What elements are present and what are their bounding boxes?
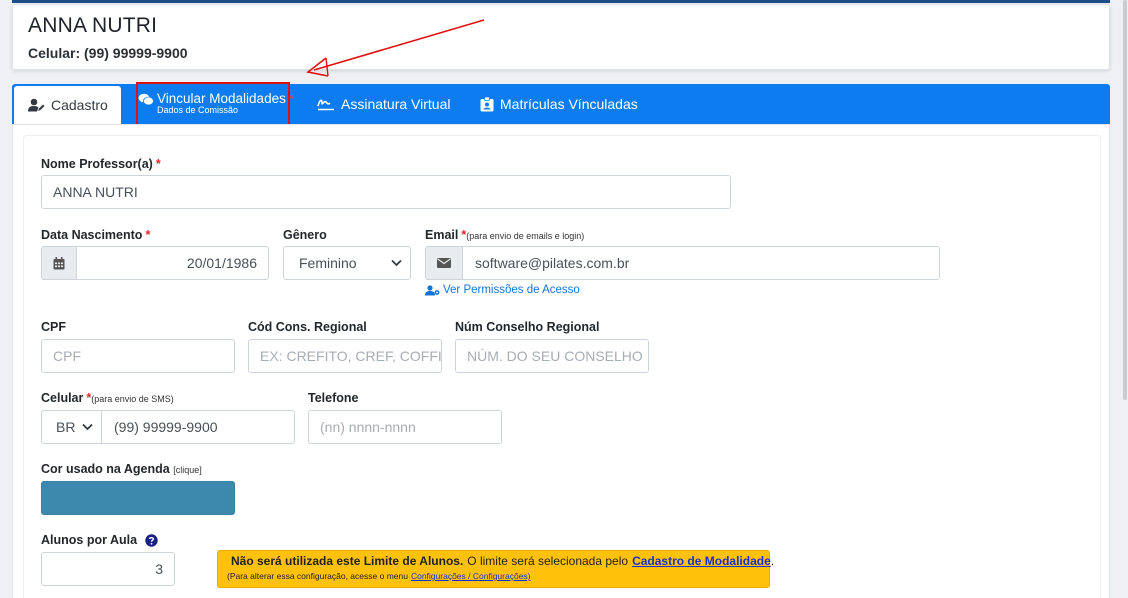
tab-vincular-modalidades[interactable]: Vincular Modalidades * Dados de Comissão [138, 84, 294, 124]
page-scrollbar[interactable] [1122, 0, 1128, 598]
alunos-input[interactable]: 3 [41, 552, 175, 586]
professor-header: ANNA NUTRI Celular: (99) 99999-9900 [12, 4, 1110, 70]
alert-small-text: (Para alterar essa configuração, acesse … [227, 571, 408, 581]
celular-input[interactable]: (99) 99999-9900 [101, 410, 295, 444]
cod-cons-input[interactable]: EX: CREFITO, CREF, COFFITO [248, 339, 442, 373]
cpf-label: CPF [41, 320, 66, 334]
tab-vincular-sublabel: Dados de Comissão [157, 105, 239, 116]
form-card: Nome Professor(a) * ANNA NUTRI Data Nasci… [23, 135, 1101, 598]
chevron-down-icon [391, 259, 402, 267]
alert-text: O limite será selecionada pelo [467, 554, 629, 568]
ver-permissoes-link[interactable]: Ver Permissões de Acesso [425, 284, 580, 296]
nascimento-label-text: Data Nascimento [41, 228, 143, 242]
annotation-arrow [306, 19, 485, 77]
num-cons-label: Núm Conselho Regional [455, 320, 600, 334]
nome-input[interactable]: ANNA NUTRI [41, 175, 731, 209]
required-marker: * [155, 157, 161, 171]
top-accent-line [12, 0, 1110, 3]
email-label: Email *(para envio de emails e login) [425, 228, 584, 242]
alert-end: . [770, 554, 775, 568]
email-note: (para envio de emails e login) [466, 231, 585, 241]
email-label-text: Email [425, 228, 459, 242]
professor-name: ANNA NUTRI [28, 14, 158, 37]
calendar-icon [53, 256, 65, 269]
configuracoes-link[interactable]: Configurações / Configurações) [411, 571, 531, 581]
id-badge-icon [480, 96, 494, 111]
tab-assinatura-label: Assinatura Virtual [341, 96, 451, 112]
num-cons-input[interactable]: NÚM. DO SEU CONSELHO [455, 339, 649, 373]
email-input[interactable]: software@pilates.com.br [462, 246, 940, 280]
telefone-input[interactable]: (nn) nnnn-nnnn [308, 410, 502, 444]
tab-assinatura-virtual[interactable]: Assinatura Virtual [317, 84, 450, 124]
genero-select[interactable]: Feminino [283, 246, 411, 280]
tab-matriculas-label: Matrículas Vínculadas [500, 96, 638, 112]
calendar-addon[interactable] [41, 246, 77, 280]
nascimento-label: Data Nascimento * [41, 228, 150, 242]
genero-value: Feminino [299, 255, 357, 271]
celular-label: Celular *(para envio de SMS) [41, 391, 174, 405]
cor-label-text: Cor usado na Agenda [41, 462, 170, 476]
chevron-down-icon [82, 423, 93, 431]
tab-vincular-label: Vincular Modalidades [157, 91, 286, 107]
nascimento-input[interactable]: 20/01/1986 [76, 246, 269, 280]
comments-icon [138, 93, 154, 106]
form-panel: Nome Professor(a) * ANNA NUTRI Data Nasci… [12, 124, 1110, 598]
limite-alunos-alert: Não será utilizada este Limite de Alunos… [217, 550, 774, 588]
ver-permissoes-text: Ver Permissões de Acesso [443, 284, 580, 296]
nome-label-text: Nome Professor(a) [41, 157, 153, 171]
users-cog-icon [425, 284, 440, 295]
tab-bar: Cadastro Vincular Modalidades * Dados de… [12, 84, 1110, 124]
question-circle-icon[interactable] [145, 533, 158, 547]
alunos-label-text: Alunos por Aula [41, 533, 138, 547]
nascimento-value: 20/01/1986 [186, 255, 257, 271]
country-value: BR [56, 419, 76, 435]
cpf-placeholder: CPF [53, 348, 81, 364]
alert-bold-text: Não será utilizada este Limite de Alunos… [231, 554, 464, 568]
celular-note: (para envio de SMS) [91, 394, 174, 404]
user-edit-icon [28, 98, 45, 112]
telefone-label: Telefone [308, 391, 359, 405]
envelope-icon [437, 258, 451, 268]
genero-label: Gênero [283, 228, 327, 242]
agenda-color-picker[interactable] [41, 481, 235, 515]
tab-vincular-required: * [288, 91, 294, 107]
cadastro-modalidade-link[interactable]: Cadastro de Modalidade [632, 554, 771, 568]
nome-value: ANNA NUTRI [53, 184, 138, 200]
tab-matriculas-vinculadas[interactable]: Matrículas Vínculadas [480, 84, 638, 124]
tab-cadastro-label: Cadastro [51, 97, 108, 113]
celular-value: (99) 99999-9900 [114, 419, 218, 435]
num-cons-placeholder: NÚM. DO SEU CONSELHO [467, 348, 643, 364]
cor-note: [clique] [173, 465, 202, 475]
alunos-value: 3 [155, 561, 163, 577]
alunos-label: Alunos por Aula [41, 533, 158, 547]
celular-label-text: Celular [41, 391, 84, 405]
scrollbar-thumb[interactable] [1123, 0, 1127, 400]
required-marker: * [145, 228, 151, 242]
tab-cadastro[interactable]: Cadastro [14, 86, 121, 124]
country-select[interactable]: BR [41, 410, 102, 444]
professor-phone: Celular: (99) 99999-9900 [28, 45, 188, 61]
nome-label: Nome Professor(a) * [41, 157, 161, 171]
cod-cons-label: Cód Cons. Regional [248, 320, 367, 334]
signature-icon [317, 99, 334, 111]
email-addon [425, 246, 463, 280]
cod-cons-placeholder: EX: CREFITO, CREF, COFFITO [260, 348, 442, 364]
cor-label: Cor usado na Agenda [clique] [41, 462, 202, 476]
email-value: software@pilates.com.br [475, 255, 630, 271]
telefone-placeholder: (nn) nnnn-nnnn [320, 419, 416, 435]
cpf-input[interactable]: CPF [41, 339, 235, 373]
